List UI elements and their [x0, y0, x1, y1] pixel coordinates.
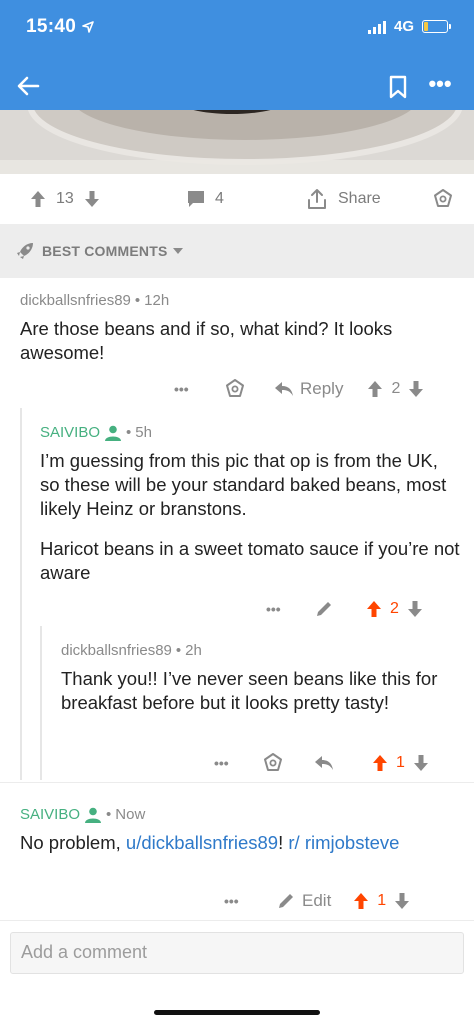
comment-actions: ••• 2 — [266, 596, 423, 622]
comment-text: No problem, — [20, 832, 126, 853]
more-options-icon[interactable]: ••• — [214, 755, 244, 771]
comment-score: 1 — [377, 892, 387, 909]
comments-count[interactable]: 4 — [187, 174, 224, 224]
divider — [0, 920, 474, 921]
award-button[interactable] — [432, 174, 454, 224]
reply-button[interactable]: Reply — [300, 379, 343, 399]
comment-age: 5h — [135, 424, 152, 441]
more-options-icon[interactable]: ••• — [174, 381, 204, 397]
share-icon — [308, 189, 326, 209]
comment-meta: dickballsnfries89 • 12h — [20, 292, 460, 309]
rocket-icon — [17, 243, 33, 259]
comment-score: 1 — [396, 754, 405, 771]
more-options-icon[interactable]: ••• — [266, 601, 296, 617]
edit-pencil-icon[interactable] — [314, 599, 334, 619]
sort-label: BEST COMMENTS — [42, 243, 168, 259]
upvote-icon[interactable] — [372, 754, 388, 772]
upvote-icon[interactable] — [367, 380, 383, 398]
reply-icon[interactable] — [274, 381, 294, 397]
upvote-icon[interactable] — [30, 190, 46, 208]
bookmark-icon[interactable] — [386, 74, 410, 100]
comment-text: ! — [278, 832, 289, 853]
comment: dickballsnfries89 • 2h Thank you!! I’ve … — [61, 642, 461, 715]
more-options-icon[interactable]: ••• — [426, 73, 454, 98]
post-score: 13 — [56, 190, 74, 207]
comment-actions: ••• Edit 1 — [224, 888, 410, 914]
status-bar: 15:40 4G — [0, 0, 474, 62]
comment: dickballsnfries89 • 12h Are those beans … — [20, 292, 460, 365]
upvote-icon[interactable] — [366, 600, 382, 618]
network-label: 4G — [393, 18, 414, 35]
app-bar: ••• — [0, 62, 474, 110]
award-icon — [434, 189, 452, 207]
comment-age: 2h — [185, 642, 202, 659]
award-icon[interactable] — [262, 752, 284, 774]
post-image[interactable] — [0, 110, 474, 174]
meta-separator: • — [126, 424, 132, 441]
home-indicator[interactable] — [154, 1010, 320, 1015]
more-options-icon[interactable]: ••• — [224, 893, 254, 909]
user-mention-link[interactable]: u/dickballsnfries89 — [126, 832, 278, 853]
comment-author[interactable]: SAIVIBO — [20, 806, 80, 823]
add-comment-input[interactable]: Add a comment — [10, 932, 464, 974]
clock: 15:40 — [26, 16, 77, 37]
comment-author[interactable]: dickballsnfries89 — [20, 292, 131, 309]
comment-body: No problem, u/dickballsnfries89! r/ rimj… — [20, 831, 460, 855]
comment-author[interactable]: dickballsnfries89 — [61, 642, 172, 659]
downvote-icon[interactable] — [407, 600, 423, 618]
comment-score: 2 — [390, 600, 399, 617]
post-action-bar: 13 4 Share — [0, 174, 474, 225]
battery-icon — [422, 20, 451, 33]
comment: SAIVIBO • 5h I’m guessing from this pic … — [40, 424, 460, 585]
chevron-down-icon — [172, 248, 183, 254]
signal-icon — [367, 20, 386, 34]
op-user-icon — [85, 807, 102, 823]
downvote-icon[interactable] — [408, 380, 424, 398]
award-icon[interactable] — [224, 378, 246, 400]
comment-sort-bar[interactable]: BEST COMMENTS — [0, 224, 474, 278]
meta-separator: • — [175, 642, 182, 659]
downvote-icon[interactable] — [413, 754, 429, 772]
plate-illustration — [0, 110, 474, 174]
comment-meta: SAIVIBO • Now — [20, 806, 460, 823]
edit-pencil-icon — [279, 894, 293, 908]
comment-body-paragraph: Haricot beans in a sweet tomato sauce if… — [40, 538, 460, 583]
comment: SAIVIBO • Now No problem, u/dickballsnfr… — [20, 806, 460, 855]
post-vote: 13 — [30, 174, 100, 224]
thread-line[interactable] — [20, 408, 22, 780]
comment-score: 2 — [391, 380, 401, 397]
comment-body: Are those beans and if so, what kind? It… — [20, 318, 393, 363]
comment-meta: dickballsnfries89 • 2h — [61, 642, 461, 659]
downvote-icon[interactable] — [84, 190, 100, 208]
back-arrow-icon[interactable] — [14, 71, 44, 101]
comment-meta: SAIVIBO • 5h — [40, 424, 460, 441]
meta-separator: • — [134, 292, 141, 309]
comment-age: Now — [115, 806, 146, 823]
thread-line[interactable] — [40, 626, 42, 780]
downvote-icon[interactable] — [394, 892, 410, 910]
comment-body: I’m guessing from this pic that op is fr… — [40, 450, 447, 519]
comment-actions: ••• 1 — [214, 750, 429, 776]
add-comment-placeholder: Add a comment — [21, 942, 148, 962]
upvote-icon[interactable] — [353, 892, 369, 910]
comment-actions: ••• Reply 2 — [174, 376, 424, 402]
comment-bubble-icon — [188, 191, 204, 207]
location-arrow-icon — [82, 21, 94, 33]
op-user-icon — [105, 425, 122, 441]
meta-separator: • — [106, 806, 112, 823]
share-label: Share — [338, 190, 381, 207]
comment-author[interactable]: SAIVIBO — [40, 424, 100, 441]
share-button[interactable]: Share — [306, 174, 381, 224]
comments-count-label: 4 — [215, 190, 224, 207]
reply-icon[interactable] — [314, 755, 334, 771]
edit-button[interactable]: Edit — [302, 891, 331, 911]
subreddit-link[interactable]: r/ rimjobsteve — [288, 832, 399, 853]
comment-body: Thank you!! I’ve never seen beans like t… — [61, 668, 438, 713]
divider — [0, 782, 474, 783]
comment-age: 12h — [144, 292, 170, 309]
